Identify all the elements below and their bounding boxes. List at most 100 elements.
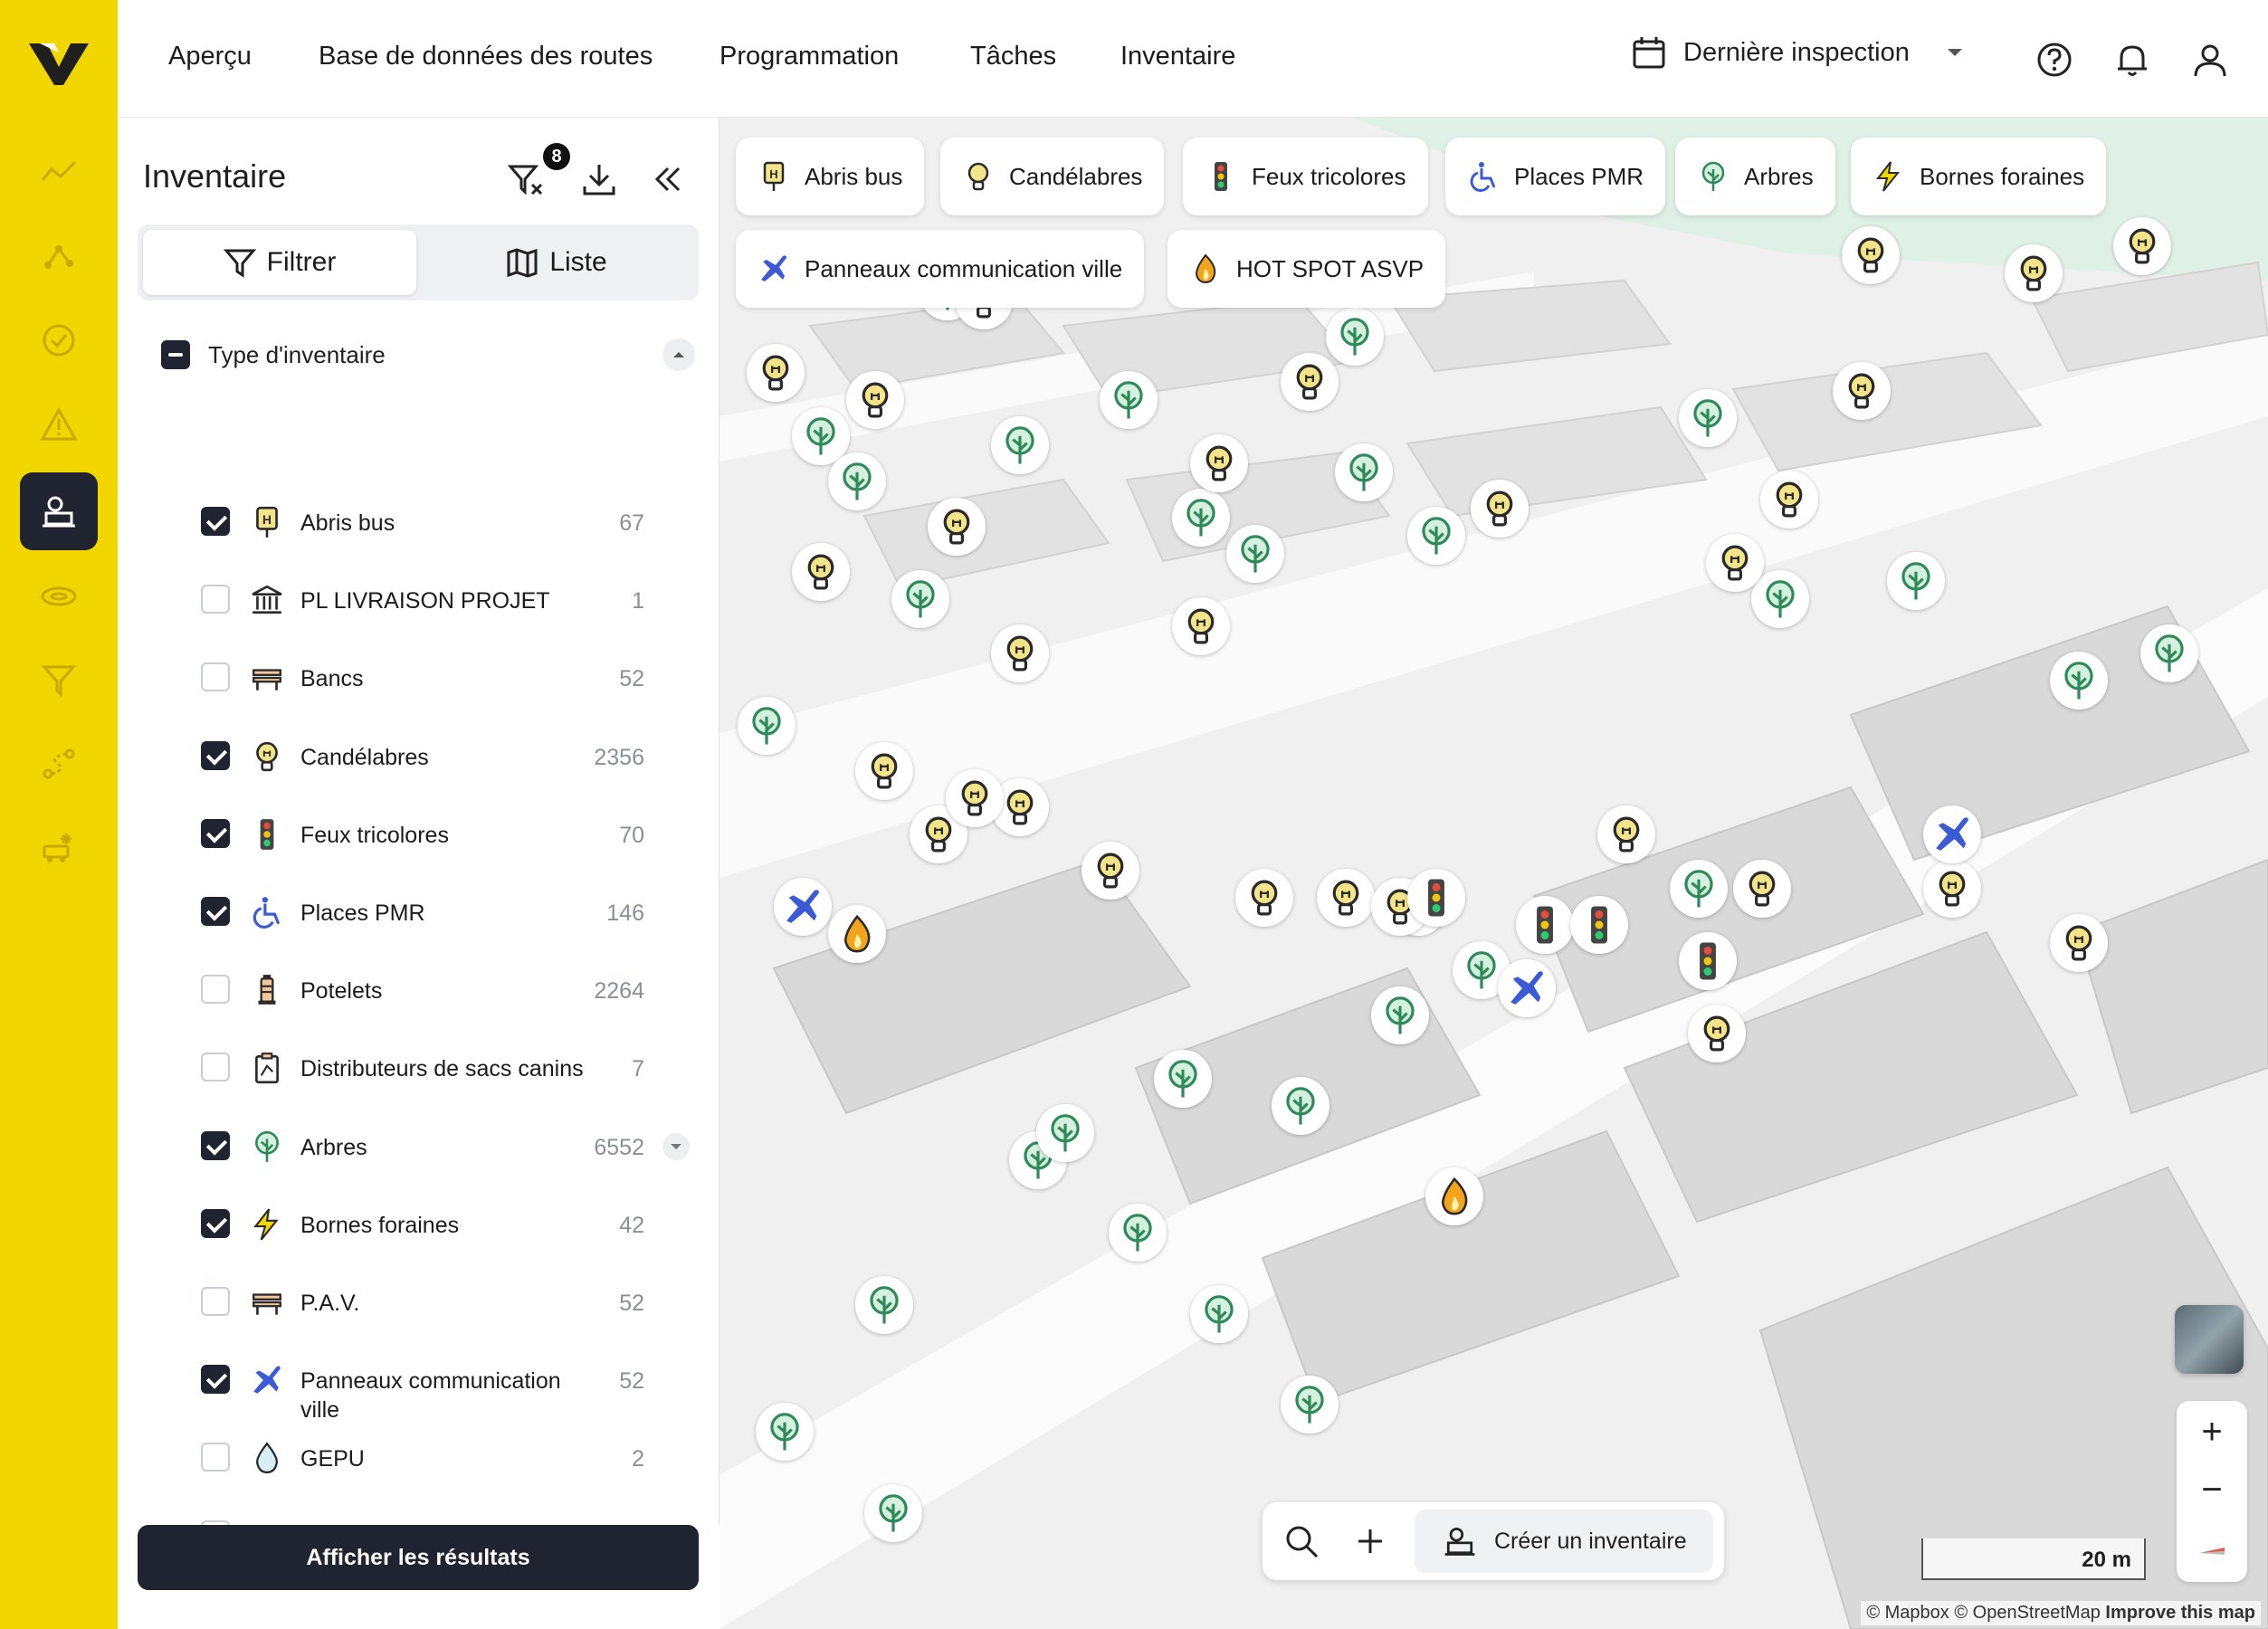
nav-taches[interactable]: Tâches [970, 42, 1056, 71]
map-marker-tree-icon[interactable] [2050, 652, 2108, 710]
map-marker-tree-icon[interactable] [1172, 489, 1230, 547]
map-marker-tree-icon[interactable] [738, 697, 796, 755]
row-checkbox[interactable] [201, 662, 230, 691]
nav-road-database[interactable]: Base de données des routes [319, 42, 653, 71]
tab-list[interactable]: Liste [420, 230, 693, 295]
map-marker-lightbulb-icon[interactable] [1235, 869, 1293, 927]
rail-network-icon[interactable] [20, 217, 98, 295]
map-marker-tree-icon[interactable] [1679, 389, 1737, 447]
inventory-type-row[interactable]: Feux tricolores 70 [201, 806, 681, 861]
map-marker-tree-icon[interactable] [891, 570, 949, 628]
rail-filter-icon[interactable] [20, 641, 98, 719]
chip-panneaux-communication[interactable]: Panneaux communication ville [736, 230, 1145, 308]
collapse-sidebar-icon[interactable] [648, 159, 688, 199]
chip-hot-spot-asvp[interactable]: HOT SPOT ASVP [1167, 230, 1446, 308]
inventory-type-row[interactable]: Potelets 2264 [201, 962, 681, 1016]
map-marker-tree-icon[interactable] [1887, 552, 1945, 610]
chip-arbres[interactable]: Arbres [1675, 138, 1835, 215]
create-inventory-button[interactable]: Créer un inventaire [1415, 1510, 1713, 1573]
map-marker-traffic-light-icon[interactable] [1516, 896, 1574, 954]
rail-alerts-icon[interactable] [20, 386, 98, 463]
chevron-up-icon[interactable] [662, 338, 695, 371]
row-checkbox[interactable] [201, 507, 230, 536]
inventory-type-row[interactable]: Arbres 6552 [201, 1119, 690, 1173]
rail-tasks-icon[interactable] [20, 301, 98, 379]
chip-places-pmr[interactable]: Places PMR [1445, 138, 1666, 215]
map-marker-lightbulb-icon[interactable] [991, 624, 1049, 682]
row-checkbox[interactable] [201, 1131, 230, 1160]
row-checkbox[interactable] [201, 1053, 230, 1081]
map-marker-plane-icon[interactable] [1498, 959, 1556, 1017]
map-marker-lightbulb-icon[interactable] [1706, 534, 1764, 592]
map-marker-lightbulb-icon[interactable] [1597, 805, 1655, 863]
mapbox-attribution-link[interactable]: © Mapbox [1866, 1603, 1949, 1623]
help-icon[interactable] [2035, 40, 2074, 80]
improve-map-link[interactable]: Improve this map [2105, 1603, 2255, 1623]
inventory-type-row[interactable]: GEPU 2 [201, 1430, 681, 1484]
app-logo-icon[interactable] [27, 36, 91, 90]
row-checkbox[interactable] [201, 819, 230, 848]
rail-route-icon[interactable] [20, 724, 98, 802]
map-marker-tree-icon[interactable] [1190, 1285, 1248, 1343]
bell-icon[interactable] [2112, 40, 2152, 80]
map-marker-lightbulb-icon[interactable] [747, 344, 805, 402]
nav-programmation[interactable]: Programmation [719, 42, 899, 71]
inventory-type-row[interactable]: Places PMR 146 [201, 884, 681, 938]
map-marker-tree-icon[interactable] [1272, 1077, 1329, 1135]
chip-bornes-foraines[interactable]: Bornes foraines [1851, 138, 2107, 215]
map-marker-lightbulb-icon[interactable] [855, 742, 913, 800]
map-marker-tree-icon[interactable] [991, 416, 1049, 474]
map-marker-tree-icon[interactable] [1109, 1204, 1167, 1262]
map-marker-tree-icon[interactable] [756, 1403, 814, 1461]
map-marker-lightbulb-icon[interactable] [1733, 860, 1791, 918]
map-marker-traffic-light-icon[interactable] [1407, 869, 1465, 927]
map-marker-lightbulb-icon[interactable] [946, 769, 1004, 827]
date-filter-dropdown[interactable]: Dernière inspection [1631, 34, 1968, 71]
map-marker-lightbulb-icon[interactable] [928, 498, 986, 556]
clear-filter-icon[interactable] [507, 159, 547, 199]
map-marker-lightbulb-icon[interactable] [1082, 842, 1139, 900]
map-marker-lightbulb-icon[interactable] [1923, 860, 1981, 918]
map-marker-lightbulb-icon[interactable] [2050, 914, 2108, 972]
map-marker-lightbulb-icon[interactable] [846, 371, 904, 429]
map-marker-lightbulb-icon[interactable] [1688, 1005, 1746, 1062]
row-checkbox[interactable] [201, 975, 230, 1004]
map-marker-tree-icon[interactable] [1371, 986, 1429, 1044]
map-marker-tree-icon[interactable] [1154, 1050, 1212, 1108]
map-marker-traffic-light-icon[interactable] [1679, 932, 1737, 990]
inventory-type-row[interactable]: Panneaux communication ville 52 [201, 1352, 681, 1423]
inventory-type-row[interactable]: Bancs 52 [201, 650, 681, 704]
compass-icon[interactable] [2177, 1519, 2247, 1577]
map-marker-tree-icon[interactable] [2140, 624, 2198, 682]
nav-inventaire[interactable]: Inventaire [1120, 42, 1235, 71]
rail-snow-icon[interactable] [20, 807, 98, 885]
rail-analytics-icon[interactable] [20, 134, 98, 212]
inventory-type-row[interactable]: H Abris bus 67 [201, 494, 681, 548]
map-marker-tree-icon[interactable] [1326, 308, 1384, 366]
row-checkbox[interactable] [201, 585, 230, 614]
inventory-type-row[interactable]: Distributeurs de sacs canins 7 [201, 1040, 681, 1094]
map-marker-lightbulb-icon[interactable] [1172, 597, 1230, 655]
plus-icon[interactable] [1353, 1524, 1387, 1558]
row-checkbox[interactable] [201, 741, 230, 770]
rail-inventory-icon[interactable] [20, 472, 98, 550]
map-marker-tree-icon[interactable] [1335, 443, 1393, 501]
chip-abris-bus[interactable]: H Abris bus [736, 138, 925, 215]
map-marker-lightbulb-icon[interactable] [792, 543, 850, 601]
map-marker-tree-icon[interactable] [1407, 507, 1465, 565]
map-marker-tree-icon[interactable] [1226, 525, 1284, 583]
satellite-toggle-button[interactable] [2175, 1305, 2244, 1374]
map-marker-plane-icon[interactable] [1923, 805, 1981, 863]
map-marker-lightbulb-icon[interactable] [1471, 480, 1529, 538]
map-view[interactable]: H Abris bus Candélabres Feux tricolores … [719, 118, 2268, 1629]
map-marker-lightbulb-icon[interactable] [1833, 362, 1891, 420]
inventory-type-row[interactable]: PL LIVRAISON PROJET 1 [201, 572, 681, 626]
map-marker-traffic-light-icon[interactable] [1570, 896, 1628, 954]
chevron-down-icon[interactable] [662, 1133, 690, 1160]
map-marker-tree-icon[interactable] [1281, 1376, 1339, 1434]
osm-attribution-link[interactable]: © OpenStreetMap [1954, 1603, 2100, 1623]
map-marker-flame-icon[interactable] [1425, 1167, 1483, 1225]
user-icon[interactable] [2190, 40, 2230, 80]
map-marker-tree-icon[interactable] [1670, 860, 1728, 918]
map-marker-tree-icon[interactable] [864, 1484, 922, 1542]
